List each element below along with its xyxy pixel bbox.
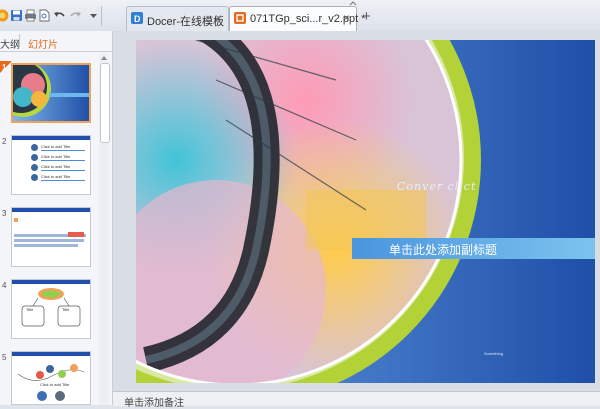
thumb-item-text: Click to add Title <box>41 174 71 179</box>
docer-icon: D <box>131 12 143 24</box>
thumbnail-diagram <box>21 288 81 327</box>
thumbnail-header-bar <box>12 136 90 140</box>
thumb-line <box>41 150 85 151</box>
close-tab-icon[interactable]: × <box>215 11 222 25</box>
thumb-text-line <box>14 244 78 247</box>
thumb-highlight <box>68 232 84 237</box>
slide-thumbnail-1[interactable] <box>11 63 91 123</box>
tab-docer[interactable]: D Docer-在线模板 × <box>126 6 229 31</box>
thumb-line <box>41 170 85 171</box>
thumb-line <box>41 160 85 161</box>
tab-document[interactable]: 071TGp_sci...r_v2.ppt * × <box>229 6 366 31</box>
redo-icon[interactable] <box>69 9 82 22</box>
slide-number: 5 <box>2 353 7 362</box>
title-bar: D Docer-在线模板 × 071TGp_sci...r_v2.ppt * ×… <box>0 0 600 32</box>
slides-pane: 大纲 幻灯片 1 2 Click to add Title Click to a… <box>0 31 113 405</box>
bullet-dot-icon <box>31 144 38 151</box>
notes-pane[interactable]: 单击添加备注 <box>113 391 600 409</box>
thumbnail-diagram <box>17 364 85 401</box>
notes-placeholder[interactable]: 单击添加备注 <box>124 394 184 409</box>
thumbnail-header-bar <box>12 208 90 212</box>
small-text: Something <box>484 351 504 356</box>
bullet-dot-icon <box>31 174 38 181</box>
scrollbar-thumb[interactable] <box>100 63 110 143</box>
customize-toolbar-icon[interactable] <box>87 9 100 22</box>
thumb-item-text: Click to add Title <box>40 382 70 387</box>
thumb-item-text: Click to add Title <box>41 144 71 149</box>
slide-thumbnail-5[interactable]: Click to add Title <box>11 351 91 405</box>
scroll-up-icon[interactable] <box>101 55 107 60</box>
slide-canvas[interactable]: 单击此处添加副标题 Conver clict Something <box>136 40 595 383</box>
tab-outline[interactable]: 大纲 <box>0 36 20 51</box>
slide-number: 3 <box>2 209 7 218</box>
close-tab-icon[interactable]: × <box>343 11 350 25</box>
new-tab-button[interactable]: + <box>362 8 371 25</box>
bullet-dot-icon <box>31 164 38 171</box>
svg-text:D: D <box>134 14 141 24</box>
print-preview-icon[interactable] <box>38 9 51 22</box>
thumb-item-text: Click to add Title <box>41 164 71 169</box>
tab-label: Docer-在线模板 <box>147 16 225 28</box>
thumb-text-line <box>14 239 84 242</box>
pane-tabs: 大纲 幻灯片 <box>0 31 112 52</box>
slide-thumbnail-4[interactable]: Title Title <box>11 279 91 339</box>
toolbar-divider <box>101 6 102 26</box>
slide-thumbnail-3[interactable] <box>11 207 91 267</box>
editing-area: 单击此处添加副标题 Conver clict Something 单击添加备注 <box>113 31 600 409</box>
thumb-item-text: Click to add Title <box>41 154 71 159</box>
pane-scrollbar[interactable] <box>99 53 110 405</box>
app-logo-icon[interactable] <box>0 9 9 22</box>
slide-thumbnail-art <box>13 65 89 117</box>
slide-thumbnail-2[interactable]: Click to add Title Click to add Title Cl… <box>11 135 91 195</box>
thumb-line <box>41 180 85 181</box>
tab-list-icon[interactable] <box>349 1 357 6</box>
bullet-dot-icon <box>31 154 38 161</box>
save-icon[interactable] <box>10 9 23 22</box>
slide-number: 1 <box>2 63 7 72</box>
tab-divider <box>19 34 20 47</box>
thumb-row: Click to add Title <box>15 174 88 185</box>
slide-number: 4 <box>2 281 7 290</box>
thumb-item-text: Title <box>26 307 34 312</box>
tab-slides[interactable]: 幻灯片 <box>28 36 58 51</box>
title-placeholder[interactable]: Conver clict <box>397 180 476 193</box>
presentation-file-icon <box>234 12 246 24</box>
undo-icon[interactable] <box>53 9 66 22</box>
thumbnail-marker <box>14 218 18 222</box>
thumbnail-content: Click to add Title Click to add Title Cl… <box>15 144 88 185</box>
print-icon[interactable] <box>24 9 37 22</box>
subtitle-placeholder[interactable]: 单击此处添加副标题 <box>389 241 497 258</box>
slide-background-art <box>136 40 481 383</box>
slide-number: 2 <box>2 137 7 146</box>
thumb-item-text: Title <box>62 307 70 312</box>
